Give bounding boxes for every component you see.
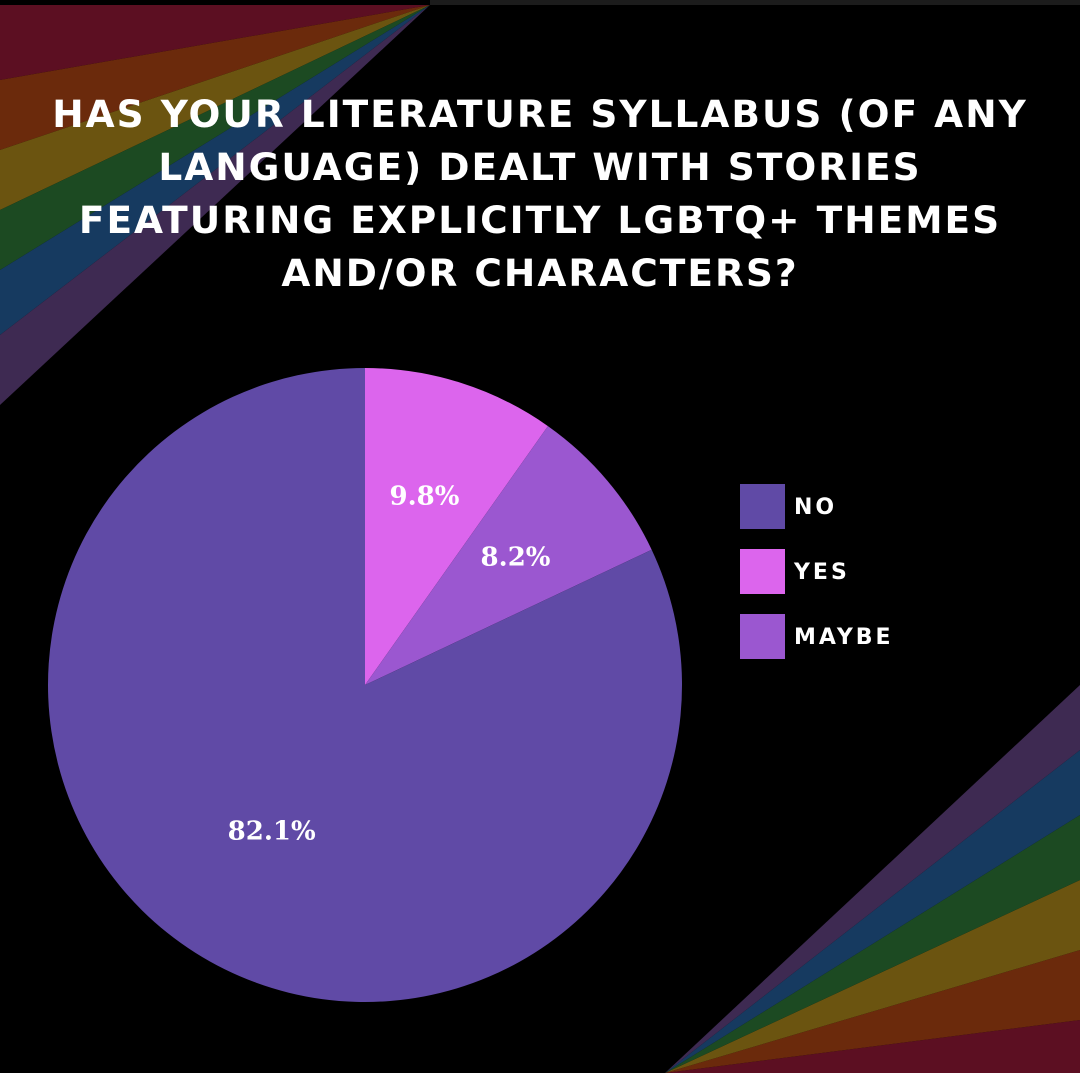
legend-swatch-maybe	[740, 614, 785, 659]
pie-chart: 9.8% 8.2% 82.1%	[48, 368, 682, 1002]
legend-label-maybe: MAYBE	[794, 625, 894, 650]
pie-label-maybe: 8.2%	[481, 543, 551, 573]
pie-label-no: 82.1%	[228, 816, 316, 846]
legend-swatch-yes	[740, 549, 785, 594]
legend-label-no: NO	[794, 495, 838, 520]
legend-label-yes: YES	[794, 560, 850, 585]
pie-label-yes: 9.8%	[390, 482, 460, 512]
legend-swatch-no	[740, 484, 785, 529]
